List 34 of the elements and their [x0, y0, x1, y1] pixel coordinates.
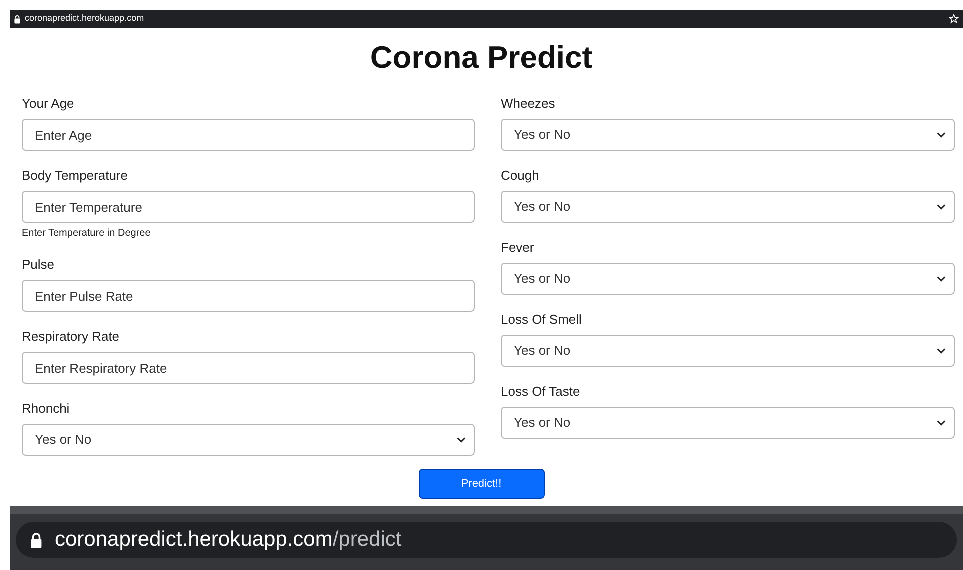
predict-button[interactable]: Predict!! [418, 469, 544, 499]
chevron-down-icon [457, 437, 466, 443]
field-label: Cough [501, 167, 540, 184]
field-label: Loss Of Taste [501, 383, 582, 400]
page-title: Corona Predict [369, 39, 594, 77]
chevron-down-icon [937, 132, 946, 138]
chevron-down-icon [937, 348, 946, 354]
select-field[interactable]: Yes or No [501, 191, 955, 223]
chevron-down-icon [937, 276, 946, 282]
field-label: Wheezes [501, 95, 556, 112]
field-label: Loss Of Smell [501, 311, 583, 328]
text-input[interactable]: Enter Respiratory Rate [22, 352, 475, 384]
url-text[interactable]: coronapredict.herokuapp.com [25, 12, 945, 26]
lock-icon [30, 532, 43, 548]
field-label: Pulse [22, 256, 56, 273]
text-input[interactable]: Enter Temperature [22, 191, 475, 223]
select-field[interactable]: Yes or No [22, 424, 475, 456]
field-label: Body Temperature [22, 167, 129, 184]
field-label: Rhonchi [22, 400, 71, 417]
help-text: Enter Temperature in Degree [22, 228, 152, 240]
select-field[interactable]: Yes or No [501, 335, 955, 367]
select-field[interactable]: Yes or No [501, 119, 955, 151]
chevron-down-icon [937, 420, 946, 426]
field-label: Fever [501, 239, 536, 256]
select-field[interactable]: Yes or No [501, 263, 955, 295]
text-input[interactable]: Enter Pulse Rate [22, 280, 475, 312]
star-icon[interactable] [949, 14, 959, 24]
text-input[interactable]: Enter Age [22, 119, 475, 151]
lock-icon [14, 14, 21, 24]
select-field[interactable]: Yes or No [501, 407, 955, 439]
chevron-down-icon [937, 204, 946, 210]
field-label: Respiratory Rate [22, 328, 121, 345]
url-text[interactable]: coronapredict.herokuapp.com/predict [55, 524, 402, 556]
field-label: Your Age [22, 95, 76, 112]
